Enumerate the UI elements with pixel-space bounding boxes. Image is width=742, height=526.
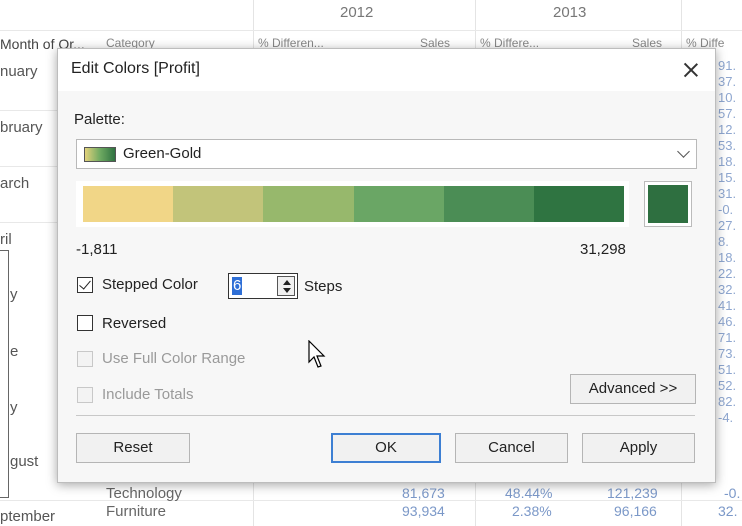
year-header: 2013 (553, 4, 587, 21)
month-label: y (10, 399, 18, 416)
stepped-color-checkbox[interactable] (77, 277, 93, 293)
peek-value: 57. (718, 106, 737, 121)
palette-swatch-icon (84, 147, 116, 162)
ramp-step-3 (263, 186, 354, 222)
peek-value: 8. (718, 234, 729, 249)
peek-value: 51. (718, 362, 737, 377)
month-label: ril (0, 231, 12, 248)
peek-value: 31. (718, 186, 737, 201)
reversed-label: Reversed (102, 315, 167, 332)
peek-value: 71. (718, 330, 737, 345)
ramp-step-4 (353, 186, 444, 222)
end-color-swatch[interactable] (644, 181, 692, 227)
pct-diff-cell: 2.38% (512, 503, 552, 519)
month-label: y (10, 286, 18, 303)
include-totals-checkbox (77, 387, 93, 403)
ramp-step-2 (173, 186, 264, 222)
peek-value: 12. (718, 122, 737, 137)
edit-colors-dialog: Edit Colors [Profit] Palette: Green-Gold… (57, 48, 716, 483)
palette-value: Green-Gold (123, 145, 202, 162)
range-max-value: 31,298 (580, 241, 626, 258)
steps-stepper[interactable]: 6 (228, 273, 298, 299)
category-cell: Furniture (106, 503, 167, 520)
month-label: ptember (0, 508, 56, 525)
peek-value: 18. (718, 154, 737, 169)
spin-down-icon[interactable] (283, 288, 291, 293)
stepped-color-label: Stepped Color (102, 276, 198, 293)
steps-label: Steps (304, 278, 343, 295)
pct-diff-cell: 32. (718, 503, 738, 519)
peek-value: 52. (718, 378, 737, 393)
peek-value: -4. (718, 410, 734, 425)
peek-value: -0. (718, 202, 734, 217)
month-label: arch (0, 175, 30, 192)
sales-cell: 96,166 (614, 503, 657, 519)
month-label: nuary (0, 63, 38, 80)
row-divider (0, 110, 57, 111)
peek-value: 37. (718, 74, 737, 89)
ramp-step-1 (83, 186, 174, 222)
color-ramp (83, 186, 625, 222)
sales-cell: 121,239 (607, 485, 658, 501)
peek-value: 82. (718, 394, 737, 409)
peek-value: 32. (718, 282, 737, 297)
chevron-down-icon (677, 145, 690, 158)
month-label: bruary (0, 119, 43, 136)
pct-diff-cell: -0. (724, 485, 741, 501)
dialog-separator (76, 415, 695, 416)
peek-value: 46. (718, 314, 737, 329)
apply-button[interactable]: Apply (582, 433, 695, 463)
month-label: gust (10, 453, 39, 470)
ok-button[interactable]: OK (331, 433, 441, 463)
range-min-value: -1,811 (76, 241, 118, 258)
peek-value: 91. (718, 58, 737, 73)
peek-value: 41. (718, 298, 737, 313)
advanced-button[interactable]: Advanced >> (570, 374, 696, 404)
ramp-step-5 (443, 186, 534, 222)
category-cell: Technology (106, 485, 182, 502)
peek-value: 22. (718, 266, 737, 281)
dialog-titlebar: Edit Colors [Profit] (58, 49, 715, 91)
row-header-frame (0, 250, 9, 498)
stepper-buttons[interactable] (277, 276, 295, 296)
row-divider (0, 30, 742, 31)
row-divider (0, 222, 57, 223)
end-color-fill (648, 185, 688, 223)
steps-value[interactable]: 6 (232, 277, 243, 295)
year-header: 2012 (340, 4, 374, 21)
full-color-range-label: Use Full Color Range (102, 350, 246, 367)
peek-value: 15. (718, 170, 737, 185)
peek-value: 53. (718, 138, 737, 153)
color-ramp-preview[interactable] (76, 181, 629, 227)
right-peek-column: 91. 37. 10. 57. 12. 53. 18. 15. 31. -0. 27. 8. 18. 22… (718, 58, 742, 426)
reset-button[interactable]: Reset (76, 433, 190, 463)
ramp-step-6 (533, 186, 625, 222)
peek-value: 73. (718, 346, 737, 361)
peek-value: 10. (718, 90, 737, 105)
month-label: e (10, 343, 19, 360)
palette-dropdown[interactable]: Green-Gold (76, 139, 697, 169)
include-totals-label: Include Totals (102, 386, 194, 403)
mouse-pointer-icon (308, 340, 326, 368)
dialog-title: Edit Colors [Profit] (71, 60, 200, 77)
sales-cell: 81,673 (402, 485, 445, 501)
sales-cell: 93,934 (402, 503, 445, 519)
full-color-range-checkbox (77, 351, 93, 367)
row-divider (0, 166, 57, 167)
cancel-button[interactable]: Cancel (455, 433, 568, 463)
peek-value: 27. (718, 218, 737, 233)
close-icon[interactable] (673, 53, 709, 87)
peek-value: 18. (718, 250, 737, 265)
pct-diff-cell: 48.44% (505, 485, 553, 501)
palette-label: Palette: (74, 111, 125, 128)
spin-up-icon[interactable] (283, 280, 291, 285)
reversed-checkbox[interactable] (77, 315, 93, 331)
